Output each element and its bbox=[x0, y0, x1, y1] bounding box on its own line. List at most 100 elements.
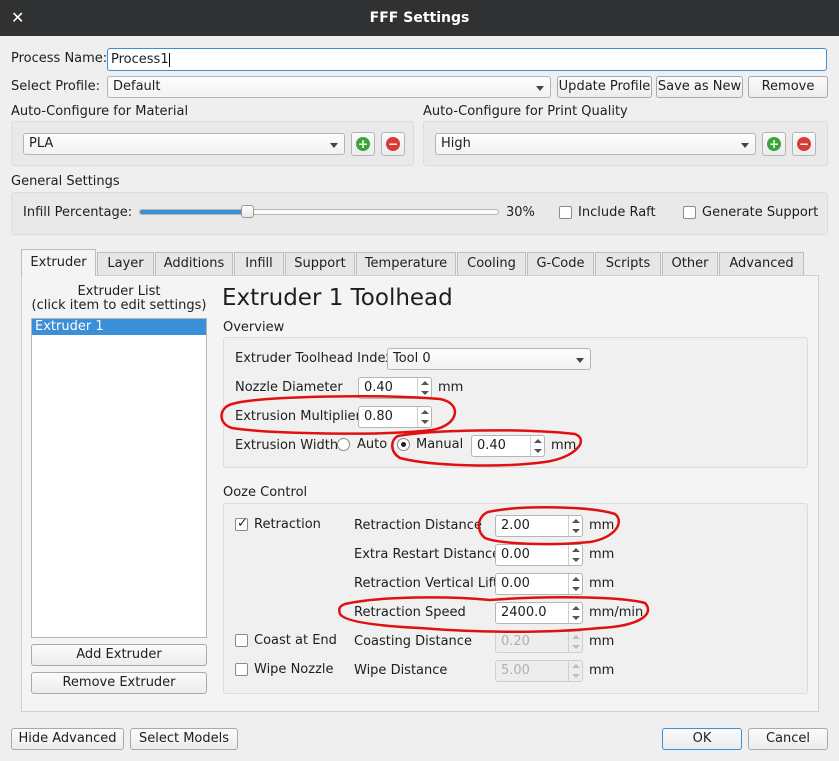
nozzle-diameter-value: 0.40 bbox=[364, 380, 393, 395]
extrusion-multiplier-spinbox[interactable]: 0.80 bbox=[358, 406, 432, 428]
wipe-nozzle-checkbox[interactable] bbox=[235, 663, 248, 676]
tab-support[interactable]: Support bbox=[285, 252, 355, 275]
remove-extruder-button[interactable]: Remove Extruder bbox=[31, 672, 207, 694]
vertical-lift-spinbox[interactable]: 0.00 bbox=[495, 573, 583, 595]
wipe-distance-label: Wipe Distance bbox=[354, 663, 448, 678]
spinbox-arrows[interactable] bbox=[568, 603, 582, 623]
update-profile-button[interactable]: Update Profile bbox=[557, 76, 652, 98]
coasting-distance-unit: mm bbox=[589, 634, 615, 649]
spinbox-arrows[interactable] bbox=[417, 407, 431, 427]
extruder-list-title: Extruder List bbox=[77, 284, 161, 299]
remove-quality-button[interactable]: − bbox=[792, 132, 816, 156]
retraction-distance-value: 2.00 bbox=[501, 518, 530, 533]
coasting-distance-label: Coasting Distance bbox=[354, 634, 472, 649]
tab-additions[interactable]: Additions bbox=[155, 252, 233, 275]
quality-select-value: High bbox=[441, 136, 471, 151]
tab-gcode[interactable]: G-Code bbox=[527, 252, 594, 275]
width-auto-radio[interactable] bbox=[337, 438, 350, 451]
cancel-button[interactable]: Cancel bbox=[748, 728, 828, 750]
hide-advanced-button[interactable]: Hide Advanced bbox=[11, 728, 124, 750]
spinbox-arrows[interactable] bbox=[530, 436, 544, 456]
add-quality-button[interactable]: + bbox=[762, 132, 786, 156]
spinbox-arrows[interactable] bbox=[568, 574, 582, 594]
extrusion-width-spinbox[interactable]: 0.40 bbox=[471, 435, 545, 457]
wipe-distance-spinbox[interactable]: 5.00 bbox=[495, 660, 583, 682]
profile-select[interactable]: Default bbox=[107, 76, 551, 98]
generate-support-label: Generate Support bbox=[702, 205, 819, 220]
vertical-lift-label: Retraction Vertical Lift bbox=[354, 576, 499, 591]
toolhead-index-value: Tool 0 bbox=[393, 351, 431, 366]
process-name-input[interactable]: Process1 bbox=[107, 48, 827, 71]
tab-scripts[interactable]: Scripts bbox=[595, 252, 661, 275]
nozzle-diameter-spinbox[interactable]: 0.40 bbox=[358, 377, 432, 399]
spinbox-arrows[interactable] bbox=[417, 378, 431, 398]
infill-percentage-value: 30% bbox=[506, 205, 535, 220]
general-section-label: General Settings bbox=[11, 174, 120, 189]
infill-percentage-label: Infill Percentage: bbox=[23, 205, 133, 220]
ok-button[interactable]: OK bbox=[662, 728, 742, 750]
tab-other[interactable]: Other bbox=[662, 252, 718, 275]
nozzle-unit: mm bbox=[438, 380, 464, 395]
spinbox-arrows[interactable] bbox=[568, 516, 582, 536]
tab-advanced[interactable]: Advanced bbox=[719, 252, 804, 275]
retraction-distance-unit: mm bbox=[589, 518, 615, 533]
infill-slider-fill bbox=[140, 210, 247, 214]
spinbox-arrows[interactable] bbox=[568, 545, 582, 565]
tab-temperature[interactable]: Temperature bbox=[356, 252, 456, 275]
retraction-label: Retraction bbox=[254, 517, 321, 532]
include-raft-checkbox[interactable] bbox=[559, 206, 572, 219]
add-extruder-button[interactable]: Add Extruder bbox=[31, 644, 207, 666]
quality-select[interactable]: High bbox=[435, 133, 756, 155]
retraction-speed-value: 2400.0 bbox=[501, 605, 547, 620]
list-item[interactable]: Extruder 1 bbox=[32, 319, 206, 335]
select-models-button[interactable]: Select Models bbox=[130, 728, 238, 750]
retraction-speed-label: Retraction Speed bbox=[354, 605, 466, 620]
coast-at-end-label: Coast at End bbox=[254, 633, 337, 648]
ooze-section-label: Ooze Control bbox=[223, 485, 308, 500]
remove-icon: − bbox=[797, 137, 811, 151]
save-as-new-button[interactable]: Save as New bbox=[656, 76, 743, 98]
spinbox-arrows[interactable] bbox=[568, 632, 582, 652]
tab-extruder[interactable]: Extruder bbox=[21, 249, 96, 276]
vertical-lift-value: 0.00 bbox=[501, 576, 530, 591]
tab-infill[interactable]: Infill bbox=[234, 252, 284, 275]
spinbox-arrows[interactable] bbox=[568, 661, 582, 681]
toolhead-index-select[interactable]: Tool 0 bbox=[387, 348, 591, 370]
tab-cooling[interactable]: Cooling bbox=[457, 252, 526, 275]
width-auto-label: Auto bbox=[357, 437, 388, 452]
tab-layer[interactable]: Layer bbox=[97, 252, 154, 275]
infill-slider-handle[interactable] bbox=[241, 205, 254, 218]
title-bar: ✕ FFF Settings bbox=[0, 0, 839, 36]
retraction-checkbox[interactable]: ✓ bbox=[235, 516, 248, 531]
window-title: FFF Settings bbox=[369, 10, 470, 26]
remove-material-button[interactable]: − bbox=[381, 132, 405, 156]
add-material-button[interactable]: + bbox=[351, 132, 375, 156]
check-icon: ✓ bbox=[237, 516, 248, 531]
process-name-label: Process Name: bbox=[11, 51, 108, 66]
restart-distance-value: 0.00 bbox=[501, 547, 530, 562]
coast-at-end-checkbox[interactable] bbox=[235, 634, 248, 647]
select-profile-label: Select Profile: bbox=[11, 79, 101, 94]
extruder-list[interactable]: Extruder 1 bbox=[31, 318, 207, 638]
retraction-distance-spinbox[interactable]: 2.00 bbox=[495, 515, 583, 537]
width-manual-radio[interactable] bbox=[397, 438, 410, 451]
extruder-list-subtitle: (click item to edit settings) bbox=[31, 298, 207, 313]
restart-distance-spinbox[interactable]: 0.00 bbox=[495, 544, 583, 566]
remove-profile-button[interactable]: Remove bbox=[748, 76, 828, 98]
width-unit: mm bbox=[551, 438, 577, 453]
toolhead-index-label: Extruder Toolhead Index bbox=[235, 351, 393, 366]
profile-select-value: Default bbox=[113, 79, 161, 94]
remove-icon: − bbox=[386, 137, 400, 151]
add-icon: + bbox=[356, 137, 370, 151]
wipe-nozzle-label: Wipe Nozzle bbox=[254, 662, 334, 677]
material-select[interactable]: PLA bbox=[23, 133, 345, 155]
restart-distance-label: Extra Restart Distance bbox=[354, 547, 501, 562]
coasting-distance-spinbox[interactable]: 0.20 bbox=[495, 631, 583, 653]
generate-support-checkbox[interactable] bbox=[683, 206, 696, 219]
infill-slider[interactable] bbox=[139, 209, 499, 215]
retraction-distance-label: Retraction Distance bbox=[354, 518, 482, 533]
material-section-label: Auto-Configure for Material bbox=[11, 104, 189, 119]
retraction-speed-spinbox[interactable]: 2400.0 bbox=[495, 602, 583, 624]
wipe-distance-value: 5.00 bbox=[501, 663, 530, 678]
include-raft-label: Include Raft bbox=[578, 205, 656, 220]
